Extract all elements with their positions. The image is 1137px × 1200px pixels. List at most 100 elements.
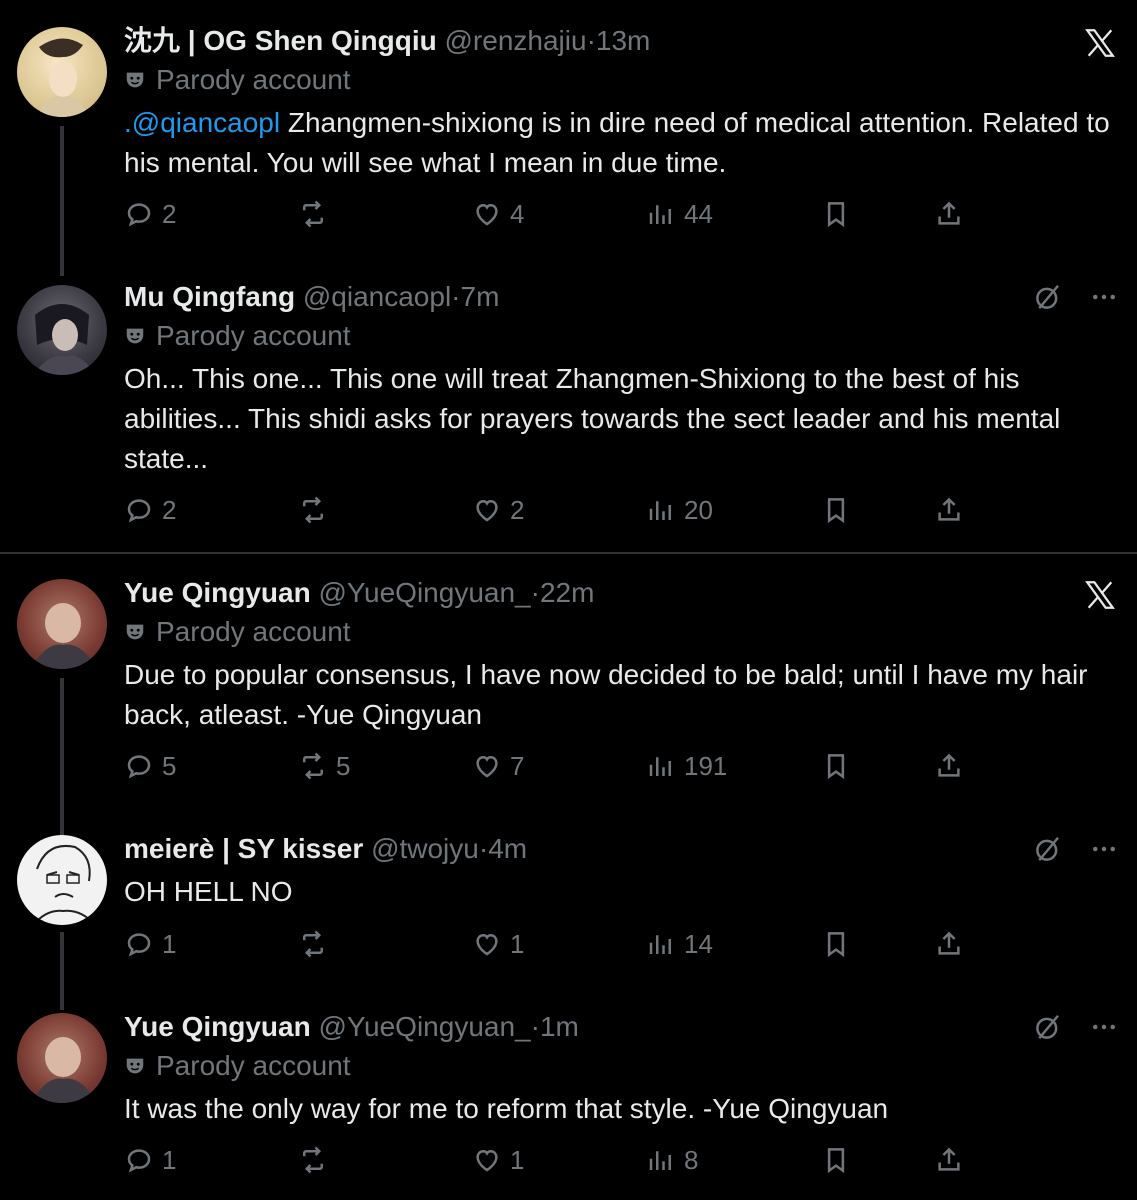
bookmark-icon bbox=[821, 751, 851, 781]
bookmark-button[interactable] bbox=[821, 492, 851, 528]
more-icon[interactable] bbox=[1089, 282, 1119, 312]
views-icon bbox=[646, 1145, 676, 1175]
timestamp[interactable]: 1m bbox=[540, 1011, 579, 1042]
views-count: 191 bbox=[684, 750, 728, 781]
repost-button[interactable] bbox=[298, 1142, 336, 1178]
x-logo-icon bbox=[1083, 26, 1117, 60]
parody-mask-icon bbox=[126, 624, 144, 640]
share-icon bbox=[934, 1145, 964, 1175]
reply-button[interactable]: 5 bbox=[124, 748, 176, 784]
share-button[interactable] bbox=[934, 926, 964, 962]
reply-icon bbox=[124, 199, 154, 229]
views-button[interactable]: 191 bbox=[646, 748, 727, 784]
grok-icon[interactable] bbox=[1033, 1012, 1063, 1042]
views-button[interactable]: 20 bbox=[646, 492, 713, 528]
display-name[interactable]: 沈九 | OG Shen Qingqiu bbox=[124, 25, 437, 56]
action-bar: 1 1 8 bbox=[124, 1142, 964, 1178]
user-handle[interactable]: @renzhajiu bbox=[445, 25, 587, 56]
tweet-header: Yue Qingyuan @YueQingyuan_·22m bbox=[124, 576, 594, 610]
share-button[interactable] bbox=[934, 1142, 964, 1178]
views-button[interactable]: 14 bbox=[646, 926, 713, 962]
display-name[interactable]: Mu Qingfang bbox=[124, 281, 295, 312]
user-handle[interactable]: @twojyu bbox=[371, 833, 479, 864]
user-handle[interactable]: @qiancaopl bbox=[303, 281, 451, 312]
parody-text: Parody account bbox=[156, 64, 351, 95]
tweet-text: .@qiancaopl Zhangmen-shixiong is in dire… bbox=[124, 103, 1114, 183]
like-count: 1 bbox=[510, 1144, 525, 1175]
mention-link[interactable]: .@qiancaopl bbox=[124, 107, 280, 138]
like-count: 2 bbox=[510, 494, 525, 525]
user-handle[interactable]: @YueQingyuan_ bbox=[318, 577, 530, 608]
reply-count: 2 bbox=[162, 198, 177, 229]
like-count: 4 bbox=[510, 198, 525, 229]
like-button[interactable]: 4 bbox=[472, 196, 524, 232]
avatar[interactable] bbox=[17, 27, 107, 117]
thread-line bbox=[60, 932, 64, 1010]
share-button[interactable] bbox=[934, 196, 964, 232]
like-icon bbox=[472, 1145, 502, 1175]
display-name[interactable]: Yue Qingyuan bbox=[124, 1011, 311, 1042]
views-button[interactable]: 44 bbox=[646, 196, 713, 232]
tweet-3[interactable]: Yue Qingyuan @YueQingyuan_·22m Parody ac… bbox=[0, 554, 1137, 836]
tweet-header: Mu Qingfang @qiancaopl·7m bbox=[124, 280, 499, 314]
more-icon[interactable] bbox=[1089, 834, 1119, 864]
like-button[interactable]: 7 bbox=[472, 748, 524, 784]
bookmark-button[interactable] bbox=[821, 926, 851, 962]
tweet-4[interactable]: meierè | SY kisser @twojyu·4m OH HELL NO… bbox=[0, 830, 1137, 1010]
views-icon bbox=[646, 199, 676, 229]
timestamp[interactable]: 13m bbox=[596, 25, 650, 56]
parody-mask-icon bbox=[126, 1058, 144, 1074]
tweet-1[interactable]: 沈九 | OG Shen Qingqiu @renzhajiu·13m Paro… bbox=[0, 0, 1137, 276]
timestamp[interactable]: 7m bbox=[461, 281, 500, 312]
user-handle[interactable]: @YueQingyuan_ bbox=[318, 1011, 530, 1042]
reply-icon bbox=[124, 751, 154, 781]
share-button[interactable] bbox=[934, 748, 964, 784]
bookmark-button[interactable] bbox=[821, 196, 851, 232]
action-bar: 1 1 14 bbox=[124, 926, 964, 962]
avatar[interactable] bbox=[17, 835, 107, 925]
repost-button[interactable]: 5 bbox=[298, 748, 350, 784]
timestamp[interactable]: 4m bbox=[488, 833, 527, 864]
tweet-header: 沈九 | OG Shen Qingqiu @renzhajiu·13m bbox=[124, 24, 650, 58]
repost-button[interactable] bbox=[298, 196, 336, 232]
display-name[interactable]: meierè | SY kisser bbox=[124, 833, 363, 864]
reply-button[interactable]: 1 bbox=[124, 926, 176, 962]
tweet-text: OH HELL NO bbox=[124, 876, 293, 907]
tweet-2[interactable]: Mu Qingfang @qiancaopl·7m Parody account… bbox=[0, 270, 1137, 552]
parody-text: Parody account bbox=[156, 1050, 351, 1081]
repost-button[interactable] bbox=[298, 926, 336, 962]
grok-icon[interactable] bbox=[1033, 282, 1063, 312]
grok-icon[interactable] bbox=[1033, 834, 1063, 864]
avatar[interactable] bbox=[17, 579, 107, 669]
display-name[interactable]: Yue Qingyuan bbox=[124, 577, 311, 608]
like-button[interactable]: 1 bbox=[472, 926, 524, 962]
tweet-5[interactable]: Yue Qingyuan @YueQingyuan_·1m Parody acc… bbox=[0, 1010, 1137, 1200]
reply-button[interactable]: 1 bbox=[124, 1142, 176, 1178]
thread-line bbox=[60, 126, 64, 276]
separator-dot: · bbox=[451, 281, 461, 312]
bookmark-button[interactable] bbox=[821, 748, 851, 784]
reply-icon bbox=[124, 929, 154, 959]
like-button[interactable]: 2 bbox=[472, 492, 524, 528]
avatar[interactable] bbox=[17, 1013, 107, 1103]
like-button[interactable]: 1 bbox=[472, 1142, 524, 1178]
views-button[interactable]: 8 bbox=[646, 1142, 698, 1178]
bookmark-icon bbox=[821, 199, 851, 229]
avatar[interactable] bbox=[17, 285, 107, 375]
timestamp[interactable]: 22m bbox=[540, 577, 594, 608]
action-bar: 2 4 44 bbox=[124, 196, 964, 232]
reply-button[interactable]: 2 bbox=[124, 196, 176, 232]
like-count: 7 bbox=[510, 750, 525, 781]
repost-button[interactable] bbox=[298, 492, 336, 528]
tweet-menu bbox=[1033, 1012, 1119, 1042]
bookmark-button[interactable] bbox=[821, 1142, 851, 1178]
reply-icon bbox=[124, 1145, 154, 1175]
reply-button[interactable]: 2 bbox=[124, 492, 176, 528]
views-icon bbox=[646, 495, 676, 525]
like-count: 1 bbox=[510, 928, 525, 959]
share-button[interactable] bbox=[934, 492, 964, 528]
more-icon[interactable] bbox=[1089, 1012, 1119, 1042]
separator-dot: · bbox=[586, 25, 596, 56]
bookmark-icon bbox=[821, 929, 851, 959]
parody-label: Parody account bbox=[124, 319, 351, 353]
